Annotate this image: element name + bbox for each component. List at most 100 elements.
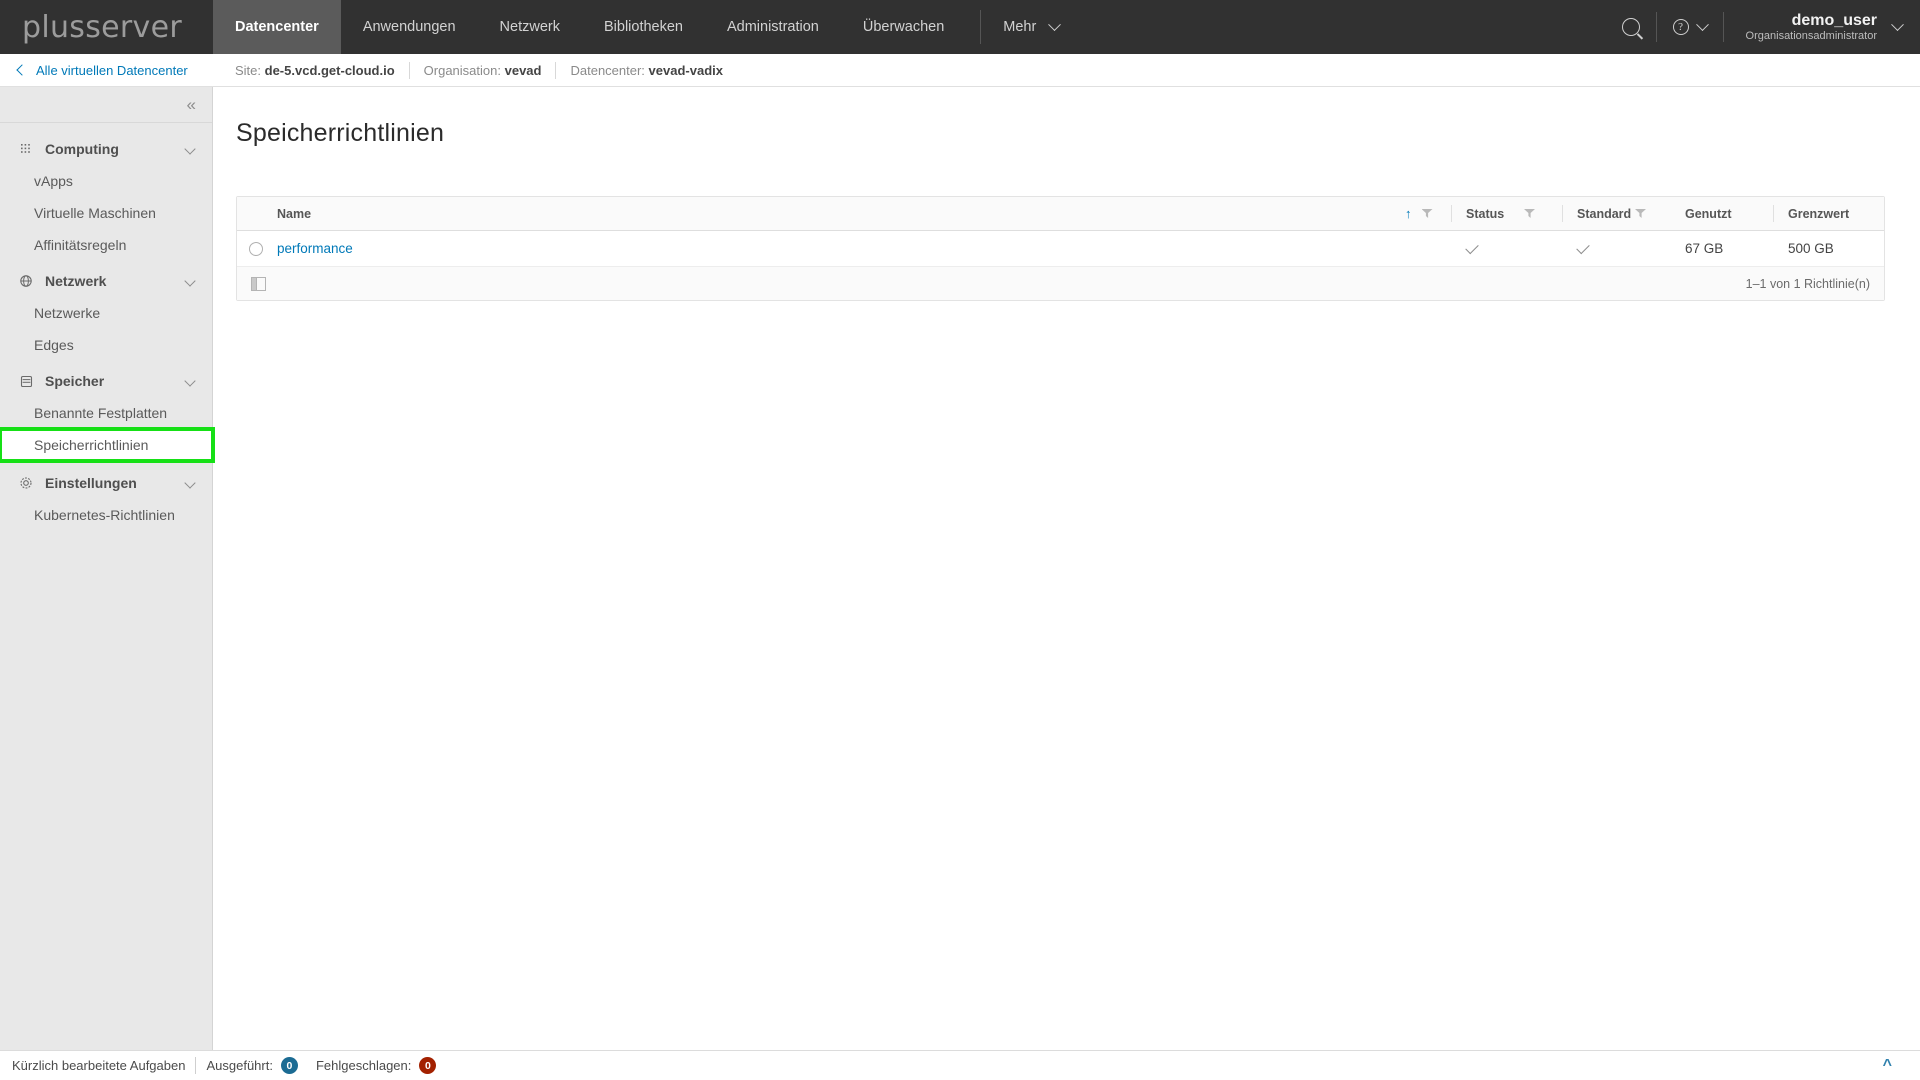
breadcrumb-organisation-label: Organisation: bbox=[423, 62, 501, 78]
chevron-down-icon bbox=[1695, 17, 1709, 31]
grid-dots-icon bbox=[18, 141, 34, 157]
help-circle-icon: ? bbox=[1672, 19, 1689, 35]
sidebar-group-label: Computing bbox=[45, 141, 119, 157]
filter-funnel-icon[interactable] bbox=[1635, 209, 1646, 218]
user-info: demo_user Organisationsadministrator bbox=[1746, 11, 1877, 43]
back-link-label: Alle virtuellen Datencenter bbox=[36, 62, 188, 78]
filter-funnel-icon[interactable] bbox=[1421, 209, 1433, 218]
sidebar-item-speicherrichtlinien[interactable]: Speicherrichtlinien bbox=[0, 427, 215, 463]
sort-ascending-arrow-icon[interactable]: ↑ bbox=[1405, 207, 1412, 220]
policy-name-link[interactable]: performance bbox=[277, 241, 353, 256]
chevron-down-icon bbox=[184, 275, 196, 287]
user-name: demo_user bbox=[1791, 11, 1877, 29]
user-menu-button[interactable]: demo_user Organisationsadministrator bbox=[1724, 11, 1920, 43]
storage-database-icon bbox=[18, 373, 34, 389]
row-radio-button[interactable] bbox=[249, 241, 263, 256]
chevron-down-icon bbox=[184, 375, 196, 387]
table-row-count: 1–1 von 1 Richtlinie(n) bbox=[1745, 276, 1870, 291]
user-role: Organisationsadministrator bbox=[1745, 30, 1877, 42]
sidebar-group-label: Netzwerk bbox=[45, 273, 107, 289]
failed-tasks-badge: 0 bbox=[419, 1057, 437, 1074]
chevron-down-icon bbox=[184, 477, 196, 489]
check-icon bbox=[1576, 240, 1590, 254]
storage-policies-table: Name ↑ Status Standard Genutzt Grenzwert bbox=[236, 196, 1885, 301]
table-footer: 1–1 von 1 Richtlinie(n) bbox=[237, 267, 1884, 300]
chevron-down-icon bbox=[184, 143, 196, 155]
sidebar-group-label: Speicher bbox=[45, 373, 105, 389]
expand-tasks-panel-button[interactable]: ^ bbox=[1882, 1056, 1920, 1074]
sidebar-group-header-speicher[interactable]: Speicher bbox=[0, 365, 212, 397]
top-navigation-bar: plusserver Datencenter Anwendungen Netzw… bbox=[0, 0, 1920, 54]
breadcrumb-datencenter-value: vevad-vadix bbox=[648, 62, 723, 78]
row-status-cell bbox=[1452, 240, 1524, 254]
table-header-name-controls: ↑ bbox=[1405, 207, 1451, 220]
chevron-down-icon bbox=[1891, 17, 1904, 31]
table-header-genutzt: Genutzt bbox=[1685, 206, 1732, 221]
breadcrumb-site: Site: de-5.vcd.get-cloud.io bbox=[221, 63, 409, 78]
nav-item-mehr[interactable]: Mehr bbox=[987, 0, 1075, 54]
breadcrumb-site-value: de-5.vcd.get-cloud.io bbox=[264, 62, 395, 78]
table-row[interactable]: performance 67 GB 500 GB bbox=[237, 231, 1884, 267]
gear-icon bbox=[18, 475, 34, 491]
nav-item-bibliotheken[interactable]: Bibliotheken bbox=[582, 0, 705, 54]
brand-logo[interactable]: plusserver bbox=[0, 0, 213, 54]
page-body: « Computing vApps Virtuelle Maschinen Af… bbox=[0, 87, 1920, 1050]
filter-funnel-icon[interactable] bbox=[1524, 209, 1535, 218]
table-header-row: Name ↑ Status Standard Genutzt Grenzwert bbox=[237, 197, 1884, 231]
main-content: Speicherrichtlinien Name ↑ Status Standa… bbox=[213, 87, 1920, 1050]
nav-item-datencenter[interactable]: Datencenter bbox=[213, 0, 341, 54]
sidebar-collapse-button[interactable]: « bbox=[0, 87, 212, 123]
nav-item-administration[interactable]: Administration bbox=[705, 0, 841, 54]
row-name-cell: performance bbox=[275, 241, 1405, 256]
brand-logo-text: plusserver bbox=[22, 9, 182, 45]
running-tasks[interactable]: Ausgeführt: 0 bbox=[206, 1057, 298, 1074]
sidebar-group-header-einstellungen[interactable]: Einstellungen bbox=[0, 467, 212, 499]
failed-tasks-label: Fehlgeschlagen: bbox=[315, 1058, 412, 1073]
breadcrumb-site-label: Site: bbox=[235, 62, 262, 78]
help-menu-button[interactable]: ? bbox=[1657, 0, 1723, 54]
sidebar-item-netzwerke[interactable]: Netzwerke bbox=[0, 297, 212, 329]
sidebar-item-edges[interactable]: Edges bbox=[0, 329, 212, 361]
breadcrumb-organisation: Organisation: vevad bbox=[410, 63, 556, 78]
breadcrumb-items: Site: de-5.vcd.get-cloud.io Organisation… bbox=[213, 61, 737, 79]
search-button[interactable] bbox=[1606, 0, 1656, 54]
double-chevron-up-icon: ^ bbox=[1882, 1056, 1892, 1074]
recent-tasks-label[interactable]: Kürzlich bearbeitete Aufgaben bbox=[12, 1058, 185, 1073]
running-tasks-badge: 0 bbox=[280, 1057, 298, 1074]
breadcrumb-organisation-value: vevad bbox=[504, 62, 542, 78]
row-standard-cell bbox=[1563, 240, 1635, 254]
breadcrumb-datencenter: Datencenter: vevad-vadix bbox=[556, 63, 737, 78]
sidebar-item-virtuelle-maschinen[interactable]: Virtuelle Maschinen bbox=[0, 197, 212, 229]
nav-item-uberwachen[interactable]: Überwachen bbox=[841, 0, 966, 54]
sidebar-item-vapps[interactable]: vApps bbox=[0, 165, 212, 197]
status-divider bbox=[195, 1057, 197, 1074]
breadcrumb: Alle virtuellen Datencenter Site: de-5.v… bbox=[0, 54, 1920, 87]
row-select-cell bbox=[237, 241, 275, 256]
sidebar-group-computing: Computing vApps Virtuelle Maschinen Affi… bbox=[0, 123, 212, 261]
row-genutzt-cell: 67 GB bbox=[1685, 241, 1724, 256]
nav-item-netzwerk[interactable]: Netzwerk bbox=[478, 0, 582, 54]
back-to-all-vdcs-link[interactable]: Alle virtuellen Datencenter bbox=[0, 63, 213, 78]
breadcrumb-datencenter-label: Datencenter: bbox=[570, 62, 645, 78]
table-header-status-controls bbox=[1524, 209, 1562, 218]
sidebar: « Computing vApps Virtuelle Maschinen Af… bbox=[0, 87, 215, 1050]
sidebar-item-benannte-festplatten[interactable]: Benannte Festplatten bbox=[0, 397, 212, 429]
status-bar: Kürzlich bearbeitete Aufgaben Ausgeführt… bbox=[0, 1050, 1920, 1080]
running-tasks-label: Ausgeführt: bbox=[206, 1058, 273, 1073]
search-icon bbox=[1621, 18, 1640, 36]
failed-tasks[interactable]: Fehlgeschlagen: 0 bbox=[315, 1057, 437, 1074]
top-nav-right-cluster: ? demo_user Organisationsadministrator bbox=[1606, 0, 1920, 54]
sidebar-item-affinitaetsregeln[interactable]: Affinitätsregeln bbox=[0, 229, 212, 261]
page-title: Speicherrichtlinien bbox=[236, 119, 445, 147]
double-chevron-left-icon: « bbox=[186, 95, 196, 114]
sidebar-item-kubernetes-richtlinien[interactable]: Kubernetes-Richtlinien bbox=[0, 499, 212, 531]
table-header-grenzwert: Grenzwert bbox=[1788, 206, 1850, 221]
network-globe-icon bbox=[18, 273, 34, 289]
sidebar-group-header-computing[interactable]: Computing bbox=[0, 133, 212, 165]
column-settings-icon[interactable] bbox=[251, 276, 266, 291]
sidebar-group-header-netzwerk[interactable]: Netzwerk bbox=[0, 265, 212, 297]
sidebar-group-speicher: Speicher Benannte Festplatten Speicherri… bbox=[0, 361, 215, 463]
nav-item-anwendungen[interactable]: Anwendungen bbox=[341, 0, 478, 54]
table-header-status: Status bbox=[1466, 206, 1505, 221]
sidebar-group-einstellungen: Einstellungen Kubernetes-Richtlinien bbox=[0, 461, 212, 531]
